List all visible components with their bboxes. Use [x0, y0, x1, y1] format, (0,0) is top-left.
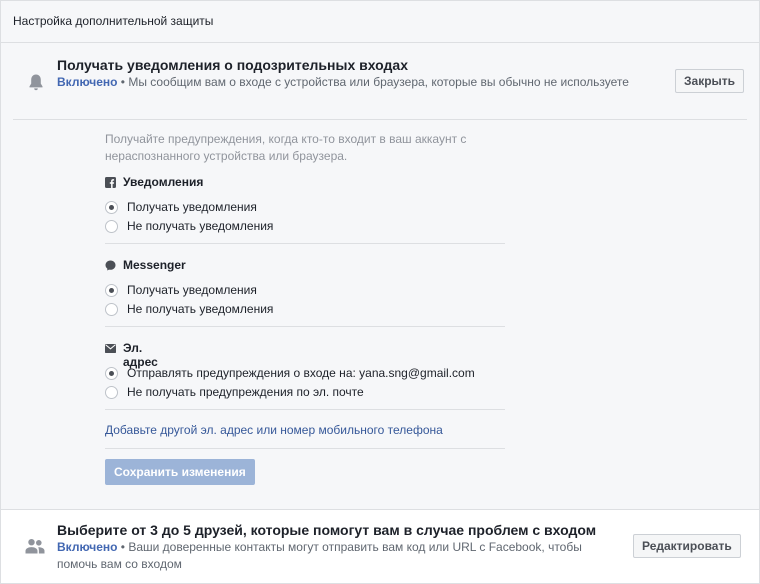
radio-label: Получать уведомления	[127, 283, 257, 297]
radio-button[interactable]	[105, 201, 118, 214]
envelope-icon	[105, 344, 116, 353]
trusted-contacts-status: Включено • Ваши доверенные контакты могу…	[57, 539, 617, 573]
login-alerts-status: Включено • Мы сообщим вам о входе с устр…	[57, 74, 637, 91]
alerts-settings-body: Получайте предупреждения, когда кто-то в…	[105, 131, 505, 485]
group-label: Уведомления	[123, 175, 204, 189]
divider	[105, 409, 505, 410]
save-changes-button[interactable]: Сохранить изменения	[105, 459, 255, 485]
add-contact-link[interactable]: Добавьте другой эл. адрес или номер моби…	[105, 423, 443, 437]
radio-label: Не получать уведомления	[127, 302, 274, 316]
status-enabled-badge: Включено	[57, 75, 118, 89]
divider	[105, 326, 505, 327]
edit-button[interactable]: Редактировать	[633, 534, 741, 558]
divider	[105, 243, 505, 244]
login-alerts-section: Получать уведомления о подозрительных вх…	[1, 43, 759, 509]
radio-label: Получать уведомления	[127, 200, 257, 214]
panel-header: Настройка дополнительной защиты	[1, 1, 759, 43]
alerts-description: Получайте предупреждения, когда кто-то в…	[105, 132, 467, 163]
group-label: Эл. адрес	[123, 341, 158, 369]
bell-icon	[29, 74, 43, 91]
status-text: Ваши доверенные контакты могут отправить…	[57, 540, 582, 571]
messenger-icon	[105, 260, 116, 271]
radio-button[interactable]	[105, 284, 118, 297]
status-text: Мы сообщим вам о входе с устройства или …	[128, 75, 629, 89]
radio-button[interactable]	[105, 303, 118, 316]
radio-label: Не получать уведомления	[127, 219, 274, 233]
trusted-contacts-title: Выберите от 3 до 5 друзей, которые помог…	[57, 522, 597, 538]
trusted-contacts-section: Выберите от 3 до 5 друзей, которые помог…	[1, 509, 759, 583]
status-separator: •	[117, 540, 129, 554]
radio-label: Не получать предупреждения по эл. почте	[127, 385, 364, 399]
status-separator: •	[117, 75, 129, 89]
status-enabled-badge: Включено	[57, 540, 118, 554]
friends-icon	[25, 539, 45, 554]
settings-panel: Настройка дополнительной защиты Получать…	[0, 0, 760, 584]
group-label: Messenger	[123, 258, 186, 272]
radio-button[interactable]	[105, 220, 118, 233]
radio-button[interactable]	[105, 386, 118, 399]
divider	[13, 119, 747, 120]
login-alerts-title: Получать уведомления о подозрительных вх…	[57, 57, 408, 73]
close-button[interactable]: Закрыть	[675, 69, 745, 93]
divider	[105, 448, 505, 449]
panel-title: Настройка дополнительной защиты	[13, 14, 214, 28]
radio-button[interactable]	[105, 367, 118, 380]
facebook-icon	[105, 177, 116, 188]
radio-label: Отправлять предупреждения о входе на: ya…	[127, 366, 475, 380]
